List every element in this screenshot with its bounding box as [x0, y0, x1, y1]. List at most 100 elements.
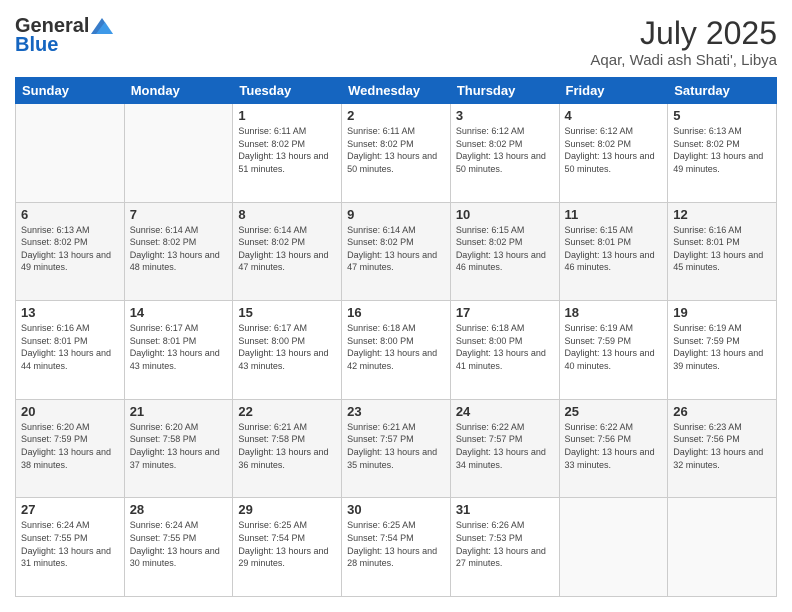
day-info: Sunrise: 6:16 AMSunset: 8:01 PMDaylight:… — [21, 322, 119, 372]
calendar-cell — [668, 498, 777, 597]
day-info: Sunrise: 6:26 AMSunset: 7:53 PMDaylight:… — [456, 519, 554, 569]
day-number: 3 — [456, 108, 554, 123]
day-number: 28 — [130, 502, 228, 517]
calendar-cell: 7Sunrise: 6:14 AMSunset: 8:02 PMDaylight… — [124, 202, 233, 301]
calendar: SundayMondayTuesdayWednesdayThursdayFrid… — [15, 77, 777, 597]
day-number: 24 — [456, 404, 554, 419]
day-number: 17 — [456, 305, 554, 320]
day-info: Sunrise: 6:17 AMSunset: 8:00 PMDaylight:… — [238, 322, 336, 372]
calendar-cell: 14 Sunrise: 6:17 AMSunset: 8:01 PMDayligh… — [124, 301, 233, 400]
day-number: 2 — [347, 108, 445, 123]
day-info: Sunrise: 6:12 AMSunset: 8:02 PMDaylight:… — [456, 125, 554, 175]
week-row-5: 27 Sunrise: 6:24 AMSunset: 7:55 PMDayligh… — [16, 498, 777, 597]
calendar-cell — [124, 104, 233, 203]
day-info: Sunrise: 6:21 AMSunset: 7:58 PMDaylight:… — [238, 421, 336, 471]
day-number: 9 — [347, 207, 445, 222]
calendar-cell: 23Sunrise: 6:21 AMSunset: 7:57 PMDayligh… — [342, 399, 451, 498]
calendar-cell: 13 Sunrise: 6:16 AMSunset: 8:01 PMDayligh… — [16, 301, 125, 400]
day-number: 13 — [21, 305, 119, 320]
day-info: Sunrise: 6:18 AMSunset: 8:00 PMDaylight:… — [347, 322, 445, 372]
day-info: Sunrise: 6:20 AMSunset: 7:58 PMDaylight:… — [130, 421, 228, 471]
calendar-cell: 22Sunrise: 6:21 AMSunset: 7:58 PMDayligh… — [233, 399, 342, 498]
calendar-cell: 2 Sunrise: 6:11 AMSunset: 8:02 PMDaylight… — [342, 104, 451, 203]
day-info: Sunrise: 6:11 AMSunset: 8:02 PMDaylight:… — [347, 125, 445, 175]
calendar-cell: 15 Sunrise: 6:17 AMSunset: 8:00 PMDayligh… — [233, 301, 342, 400]
day-info: Sunrise: 6:20 AMSunset: 7:59 PMDaylight:… — [21, 421, 119, 471]
weekday-header-monday: Monday — [124, 78, 233, 104]
day-info: Sunrise: 6:24 AMSunset: 7:55 PMDaylight:… — [130, 519, 228, 569]
calendar-cell: 24 Sunrise: 6:22 AMSunset: 7:57 PMDayligh… — [450, 399, 559, 498]
day-number: 6 — [21, 207, 119, 222]
day-info: Sunrise: 6:22 AMSunset: 7:57 PMDaylight:… — [456, 421, 554, 471]
calendar-cell: 20Sunrise: 6:20 AMSunset: 7:59 PMDayligh… — [16, 399, 125, 498]
day-number: 18 — [565, 305, 663, 320]
calendar-cell: 26 Sunrise: 6:23 AMSunset: 7:56 PMDayligh… — [668, 399, 777, 498]
day-info: Sunrise: 6:17 AMSunset: 8:01 PMDaylight:… — [130, 322, 228, 372]
day-number: 15 — [238, 305, 336, 320]
calendar-cell: 16 Sunrise: 6:18 AMSunset: 8:00 PMDayligh… — [342, 301, 451, 400]
weekday-header-tuesday: Tuesday — [233, 78, 342, 104]
day-info: Sunrise: 6:12 AMSunset: 8:02 PMDaylight:… — [565, 125, 663, 175]
day-number: 12 — [673, 207, 771, 222]
weekday-header-thursday: Thursday — [450, 78, 559, 104]
day-number: 25 — [565, 404, 663, 419]
day-number: 30 — [347, 502, 445, 517]
day-info: Sunrise: 6:23 AMSunset: 7:56 PMDaylight:… — [673, 421, 771, 471]
day-number: 8 — [238, 207, 336, 222]
day-number: 10 — [456, 207, 554, 222]
calendar-cell: 3 Sunrise: 6:12 AMSunset: 8:02 PMDaylight… — [450, 104, 559, 203]
calendar-cell: 1 Sunrise: 6:11 AMSunset: 8:02 PMDaylight… — [233, 104, 342, 203]
calendar-cell: 6Sunrise: 6:13 AMSunset: 8:02 PMDaylight… — [16, 202, 125, 301]
calendar-cell: 28 Sunrise: 6:24 AMSunset: 7:55 PMDayligh… — [124, 498, 233, 597]
calendar-cell: 8 Sunrise: 6:14 AMSunset: 8:02 PMDaylight… — [233, 202, 342, 301]
day-number: 27 — [21, 502, 119, 517]
day-number: 1 — [238, 108, 336, 123]
week-row-3: 13 Sunrise: 6:16 AMSunset: 8:01 PMDayligh… — [16, 301, 777, 400]
day-number: 19 — [673, 305, 771, 320]
header: General Blue July 2025 Aqar, Wadi ash Sh… — [15, 15, 777, 69]
calendar-cell: 29 Sunrise: 6:25 AMSunset: 7:54 PMDayligh… — [233, 498, 342, 597]
day-info: Sunrise: 6:14 AMSunset: 8:02 PMDaylight:… — [238, 224, 336, 274]
week-row-1: 1 Sunrise: 6:11 AMSunset: 8:02 PMDaylight… — [16, 104, 777, 203]
calendar-cell — [16, 104, 125, 203]
weekday-header-saturday: Saturday — [668, 78, 777, 104]
day-info: Sunrise: 6:16 AMSunset: 8:01 PMDaylight:… — [673, 224, 771, 274]
calendar-cell: 31 Sunrise: 6:26 AMSunset: 7:53 PMDayligh… — [450, 498, 559, 597]
week-row-2: 6Sunrise: 6:13 AMSunset: 8:02 PMDaylight… — [16, 202, 777, 301]
logo-icon — [91, 16, 113, 36]
day-number: 11 — [565, 207, 663, 222]
day-info: Sunrise: 6:13 AMSunset: 8:02 PMDaylight:… — [673, 125, 771, 175]
calendar-cell: 11Sunrise: 6:15 AMSunset: 8:01 PMDayligh… — [559, 202, 668, 301]
weekday-header-wednesday: Wednesday — [342, 78, 451, 104]
page: General Blue July 2025 Aqar, Wadi ash Sh… — [0, 0, 792, 612]
title-section: July 2025 Aqar, Wadi ash Shati', Libya — [590, 15, 777, 69]
day-info: Sunrise: 6:19 AMSunset: 7:59 PMDaylight:… — [565, 322, 663, 372]
day-info: Sunrise: 6:22 AMSunset: 7:56 PMDaylight:… — [565, 421, 663, 471]
day-info: Sunrise: 6:24 AMSunset: 7:55 PMDaylight:… — [21, 519, 119, 569]
day-number: 29 — [238, 502, 336, 517]
day-info: Sunrise: 6:18 AMSunset: 8:00 PMDaylight:… — [456, 322, 554, 372]
day-info: Sunrise: 6:25 AMSunset: 7:54 PMDaylight:… — [238, 519, 336, 569]
calendar-cell: 10Sunrise: 6:15 AMSunset: 8:02 PMDayligh… — [450, 202, 559, 301]
day-info: Sunrise: 6:19 AMSunset: 7:59 PMDaylight:… — [673, 322, 771, 372]
day-number: 16 — [347, 305, 445, 320]
day-number: 26 — [673, 404, 771, 419]
location-title: Aqar, Wadi ash Shati', Libya — [590, 52, 777, 69]
day-info: Sunrise: 6:25 AMSunset: 7:54 PMDaylight:… — [347, 519, 445, 569]
calendar-cell: 12 Sunrise: 6:16 AMSunset: 8:01 PMDayligh… — [668, 202, 777, 301]
day-info: Sunrise: 6:21 AMSunset: 7:57 PMDaylight:… — [347, 421, 445, 471]
day-number: 5 — [673, 108, 771, 123]
month-title: July 2025 — [590, 15, 777, 52]
day-number: 31 — [456, 502, 554, 517]
day-info: Sunrise: 6:14 AMSunset: 8:02 PMDaylight:… — [347, 224, 445, 274]
day-info: Sunrise: 6:11 AMSunset: 8:02 PMDaylight:… — [238, 125, 336, 175]
day-number: 21 — [130, 404, 228, 419]
day-info: Sunrise: 6:14 AMSunset: 8:02 PMDaylight:… — [130, 224, 228, 274]
calendar-cell — [559, 498, 668, 597]
calendar-cell: 9 Sunrise: 6:14 AMSunset: 8:02 PMDaylight… — [342, 202, 451, 301]
calendar-cell: 19 Sunrise: 6:19 AMSunset: 7:59 PMDayligh… — [668, 301, 777, 400]
logo: General Blue — [15, 15, 113, 57]
calendar-cell: 4Sunrise: 6:12 AMSunset: 8:02 PMDaylight… — [559, 104, 668, 203]
day-number: 14 — [130, 305, 228, 320]
calendar-cell: 18 Sunrise: 6:19 AMSunset: 7:59 PMDayligh… — [559, 301, 668, 400]
